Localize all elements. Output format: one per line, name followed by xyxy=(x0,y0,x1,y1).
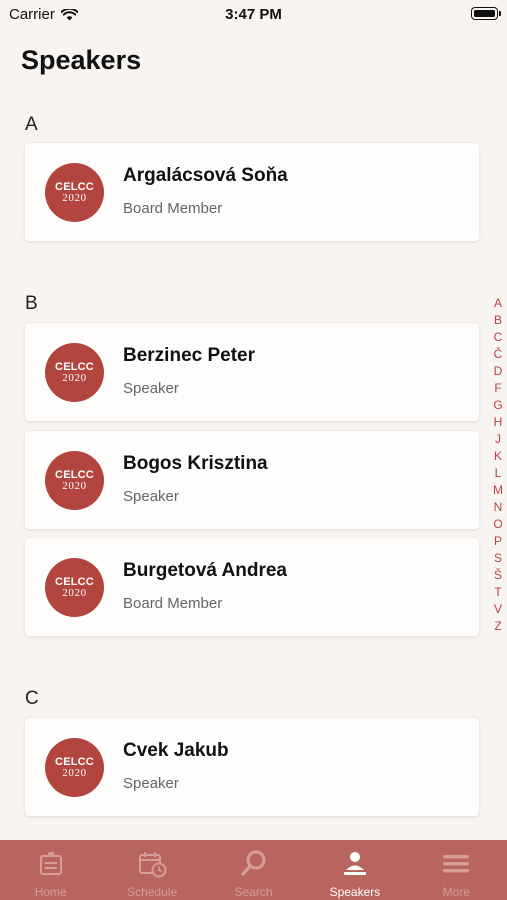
index-letter-c-caron[interactable]: Č xyxy=(488,346,507,363)
index-letter-b[interactable]: B xyxy=(488,312,507,329)
speaker-card[interactable]: CELCC 2020 Argalácsová Soňa Board Member xyxy=(25,143,479,241)
celcc-logo-avatar: CELCC 2020 xyxy=(45,343,104,402)
calendar-clock-icon xyxy=(139,852,167,878)
page-title: Speakers xyxy=(21,45,142,75)
search-icon xyxy=(240,850,266,876)
index-letter-j[interactable]: J xyxy=(488,431,507,448)
index-letter-d[interactable]: D xyxy=(488,363,507,380)
index-letter-a[interactable]: A xyxy=(488,295,507,312)
alphabet-index[interactable]: A B C Č D F G H J K L M N O P S Š T V Z xyxy=(488,295,507,635)
speaker-role: Board Member xyxy=(123,200,223,217)
battery-icon xyxy=(471,7,501,20)
tab-label: Search xyxy=(234,885,273,899)
speaker-name: Burgetová Andrea xyxy=(123,560,287,581)
index-letter-l[interactable]: L xyxy=(488,465,507,482)
speaker-role: Speaker xyxy=(123,488,179,505)
tab-bar: Home Schedule Search Speakers More xyxy=(0,840,507,900)
index-letter-o[interactable]: O xyxy=(488,516,507,533)
section-header-c: C xyxy=(25,688,39,709)
index-letter-s[interactable]: S xyxy=(488,550,507,567)
index-letter-m[interactable]: M xyxy=(488,482,507,499)
tab-label: Schedule xyxy=(127,885,178,899)
speaker-card[interactable]: CELCC 2020 Bogos Krisztina Speaker xyxy=(25,431,479,529)
speaker-name: Argalácsová Soňa xyxy=(123,165,288,186)
index-letter-t[interactable]: T xyxy=(488,584,507,601)
section-header-a: A xyxy=(25,114,38,135)
index-letter-s-caron[interactable]: Š xyxy=(488,567,507,584)
index-letter-v[interactable]: V xyxy=(488,601,507,618)
celcc-logo-avatar: CELCC 2020 xyxy=(45,558,104,617)
index-letter-z[interactable]: Z xyxy=(488,618,507,635)
celcc-logo-avatar: CELCC 2020 xyxy=(45,163,104,222)
menu-icon xyxy=(443,855,470,873)
tab-home[interactable]: Home xyxy=(0,840,101,900)
celcc-logo-avatar: CELCC 2020 xyxy=(45,738,104,797)
tab-schedule[interactable]: Schedule xyxy=(101,840,202,900)
status-time: 3:47 PM xyxy=(225,6,282,23)
speaker-role: Speaker xyxy=(123,380,179,397)
tab-search[interactable]: Search xyxy=(203,840,304,900)
index-letter-f[interactable]: F xyxy=(488,380,507,397)
index-letter-n[interactable]: N xyxy=(488,499,507,516)
speaker-role: Board Member xyxy=(123,595,223,612)
speaker-card[interactable]: CELCC 2020 Burgetová Andrea Board Member xyxy=(25,538,479,636)
person-icon xyxy=(343,852,366,875)
status-bar: Carrier 3:47 PM xyxy=(0,0,507,28)
section-header-b: B xyxy=(25,293,38,314)
index-letter-h[interactable]: H xyxy=(488,414,507,431)
tab-speakers[interactable]: Speakers xyxy=(304,840,405,900)
home-icon xyxy=(39,852,62,875)
speaker-role: Speaker xyxy=(123,775,179,792)
index-letter-g[interactable]: G xyxy=(488,397,507,414)
tab-label: Speakers xyxy=(329,885,381,899)
index-letter-c[interactable]: C xyxy=(488,329,507,346)
index-letter-k[interactable]: K xyxy=(488,448,507,465)
celcc-logo-avatar: CELCC 2020 xyxy=(45,451,104,510)
speaker-card[interactable]: CELCC 2020 Cvek Jakub Speaker xyxy=(25,718,479,816)
speaker-name: Cvek Jakub xyxy=(123,740,229,761)
tab-more[interactable]: More xyxy=(406,840,507,900)
speaker-name: Bogos Krisztina xyxy=(123,453,268,474)
speaker-name: Berzinec Peter xyxy=(123,345,256,366)
tab-label: More xyxy=(442,885,470,899)
index-letter-p[interactable]: P xyxy=(488,533,507,550)
speaker-card[interactable]: CELCC 2020 Berzinec Peter Speaker xyxy=(25,323,479,421)
tab-label: Home xyxy=(34,885,67,899)
